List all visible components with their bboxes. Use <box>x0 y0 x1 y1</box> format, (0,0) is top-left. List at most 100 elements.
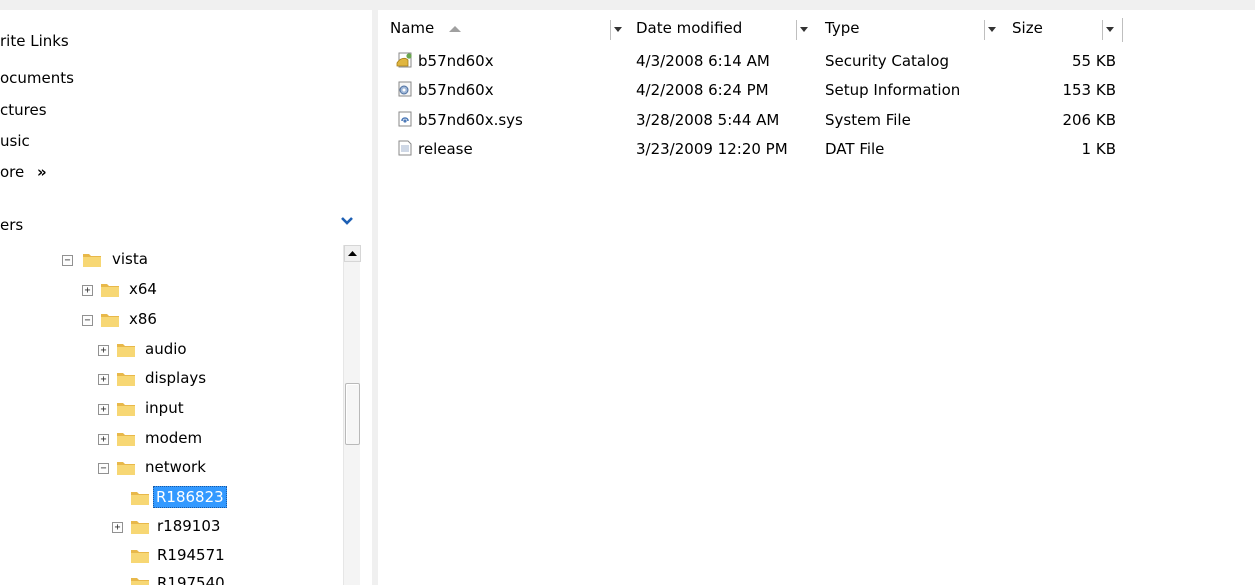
column-header-row: Name Date modified Type Size <box>378 10 1255 42</box>
folder-icon <box>83 254 101 267</box>
file-row[interactable]: b57nd60x 4/2/2008 6:24 PM Setup Informat… <box>378 75 1128 105</box>
tree-node-label: audio <box>145 340 187 358</box>
tree-node-label: input <box>145 399 184 417</box>
favorite-link-label: usic <box>0 132 30 150</box>
file-name: b57nd60x <box>418 81 494 99</box>
expand-icon[interactable]: + <box>98 345 109 356</box>
column-filter-dropdown-icon[interactable] <box>796 20 810 40</box>
file-type: Security Catalog <box>825 52 949 70</box>
tree-node-network[interactable]: − network <box>0 456 340 482</box>
column-header-label: Type <box>825 19 860 37</box>
security-catalog-icon <box>396 52 412 68</box>
file-row[interactable]: b57nd60x 4/3/2008 6:14 AM Security Catal… <box>378 46 1128 76</box>
tree-node-label: modem <box>145 429 203 447</box>
favorite-link-label: ore <box>0 163 25 181</box>
tree-node-audio[interactable]: + audio <box>0 338 340 364</box>
file-size: 1 KB <box>1081 140 1116 158</box>
tree-node-label: displays <box>145 369 207 387</box>
setup-information-icon <box>398 81 412 97</box>
column-filter-dropdown-icon[interactable] <box>984 20 998 40</box>
tree-node-r194571[interactable]: R194571 <box>0 544 340 570</box>
tree-node-label: vista <box>112 250 148 268</box>
column-header-size[interactable]: Size <box>1012 18 1102 38</box>
tree-node-modem[interactable]: + modem <box>0 427 340 453</box>
file-size: 153 KB <box>1062 81 1116 99</box>
folder-icon <box>131 521 149 534</box>
file-date-modified: 4/2/2008 6:24 PM <box>636 81 769 99</box>
folders-header-label: ers <box>0 216 24 234</box>
dat-file-icon <box>398 140 412 156</box>
expand-icon[interactable]: + <box>82 285 93 296</box>
folder-icon <box>117 433 135 446</box>
tree-node-label-selected: R186823 <box>153 486 227 508</box>
folder-icon <box>131 550 149 563</box>
file-date-modified: 4/3/2008 6:14 AM <box>636 52 770 70</box>
folder-icon <box>117 373 135 386</box>
column-header-date-modified[interactable]: Date modified <box>636 18 786 38</box>
file-size: 55 KB <box>1072 52 1116 70</box>
more-arrow-icon: » <box>37 163 47 181</box>
folder-icon <box>101 284 119 297</box>
favorite-link-more[interactable]: ore » <box>0 161 47 183</box>
file-list-view: Name Date modified Type Size b57nd60x 4/… <box>378 10 1255 585</box>
folder-icon <box>101 314 119 327</box>
expand-icon[interactable]: + <box>98 374 109 385</box>
favorite-link-label: rite Links <box>0 32 69 50</box>
expand-icon[interactable]: + <box>98 434 109 445</box>
folder-icon <box>117 462 135 475</box>
folder-tree-scrollbar[interactable] <box>343 245 361 585</box>
scroll-up-button[interactable] <box>344 245 361 262</box>
column-filter-dropdown-icon[interactable] <box>1102 20 1116 40</box>
tree-node-vista[interactable]: − vista <box>0 248 340 274</box>
column-separator <box>1122 18 1123 42</box>
tree-node-displays[interactable]: + displays <box>0 367 340 393</box>
tree-node-r197540[interactable]: R197540 <box>0 572 340 585</box>
collapse-icon[interactable]: − <box>98 463 109 474</box>
tree-node-label: x86 <box>129 310 157 328</box>
tree-node-label: network <box>145 458 206 476</box>
scroll-thumb[interactable] <box>345 383 360 445</box>
folders-header[interactable]: ers <box>0 213 360 237</box>
tree-node-label: r189103 <box>157 517 221 535</box>
favorite-link-pictures[interactable]: ctures <box>0 99 47 121</box>
file-type: System File <box>825 111 911 129</box>
favorite-link-label: ocuments <box>0 69 74 87</box>
column-header-name[interactable]: Name <box>390 18 610 38</box>
column-filter-dropdown-icon[interactable] <box>610 20 624 40</box>
tree-node-label: R194571 <box>157 546 225 564</box>
favorite-link-music[interactable]: usic <box>0 130 30 152</box>
tree-node-r186823[interactable]: R186823 <box>0 486 340 512</box>
expand-icon[interactable]: + <box>98 404 109 415</box>
folder-icon <box>117 344 135 357</box>
tree-node-x64[interactable]: + x64 <box>0 278 340 304</box>
window-top-strip <box>0 0 1255 10</box>
favorite-link-documents[interactable]: ocuments <box>0 67 74 89</box>
column-header-type[interactable]: Type <box>825 18 975 38</box>
file-row[interactable]: release 3/23/2009 12:20 PM DAT File 1 KB <box>378 134 1128 164</box>
folder-icon <box>117 403 135 416</box>
expand-icon[interactable]: + <box>112 522 123 533</box>
file-type: DAT File <box>825 140 885 158</box>
file-size: 206 KB <box>1062 111 1116 129</box>
favorite-link-favorite-links[interactable]: rite Links <box>0 30 69 52</box>
arrow-up-icon <box>348 251 357 256</box>
tree-node-label: R197540 <box>157 574 225 585</box>
file-row[interactable]: b57nd60x.sys 3/28/2008 5:44 AM System Fi… <box>378 105 1128 135</box>
collapse-icon[interactable]: − <box>82 315 93 326</box>
collapse-icon[interactable]: − <box>62 255 73 266</box>
chevron-down-icon[interactable] <box>340 215 354 227</box>
tree-node-r189103[interactable]: + r189103 <box>0 515 340 541</box>
tree-node-x86[interactable]: − x86 <box>0 308 340 334</box>
system-file-icon <box>398 111 412 127</box>
column-header-label: Date modified <box>636 19 743 37</box>
file-name: b57nd60x.sys <box>418 111 523 129</box>
file-type: Setup Information <box>825 81 961 99</box>
file-date-modified: 3/28/2008 5:44 AM <box>636 111 780 129</box>
folder-icon <box>131 492 149 505</box>
folder-icon <box>131 578 149 585</box>
file-name: release <box>418 140 473 158</box>
file-name: b57nd60x <box>418 52 494 70</box>
tree-node-label: x64 <box>129 280 157 298</box>
tree-node-input[interactable]: + input <box>0 397 340 423</box>
column-header-label: Name <box>390 19 435 37</box>
